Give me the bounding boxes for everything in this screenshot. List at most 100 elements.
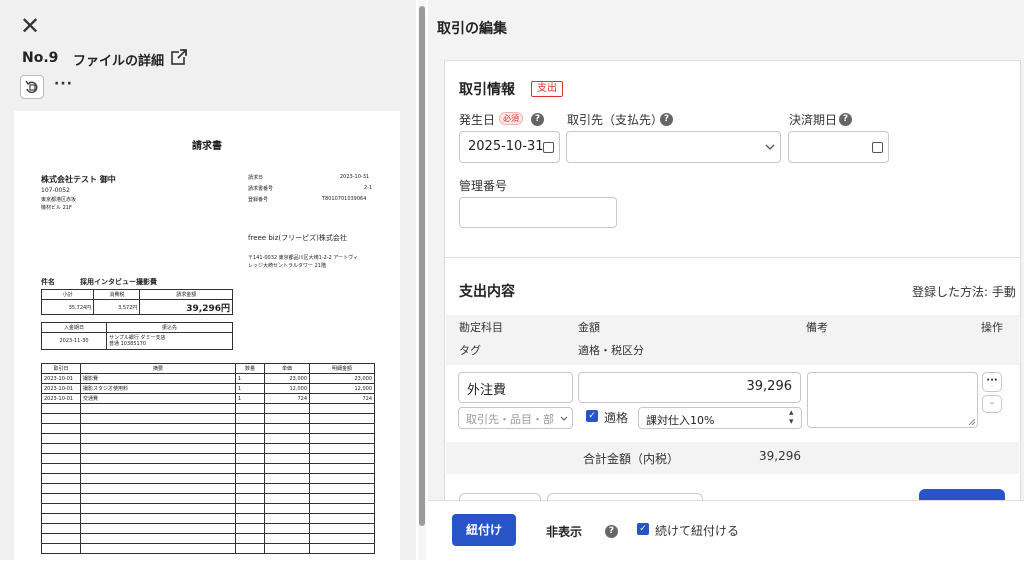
- rotate-button[interactable]: [20, 75, 44, 99]
- link-button[interactable]: 紐付け: [452, 514, 516, 546]
- line-cell: 12,000: [309, 383, 375, 394]
- external-link-icon[interactable]: [170, 48, 188, 66]
- line-cell: 1: [235, 393, 265, 404]
- file-number: No.9: [22, 50, 59, 66]
- line-cell: [235, 493, 265, 504]
- due-date-input[interactable]: [788, 131, 889, 163]
- line-cell: [309, 433, 375, 444]
- calendar-icon[interactable]: [543, 142, 554, 153]
- account-input[interactable]: 外注費: [458, 372, 573, 403]
- line-cell: [80, 413, 236, 424]
- line-cell: [235, 403, 265, 414]
- line-cell: [41, 483, 81, 494]
- line-header: 取引日: [41, 363, 81, 374]
- line-header: 明細金額: [309, 363, 375, 374]
- row-menu-button[interactable]: ···: [982, 372, 1002, 392]
- qualified-checkbox[interactable]: ✓: [586, 410, 598, 422]
- divider: [445, 257, 1020, 258]
- file-detail-title: ファイルの詳細: [73, 54, 165, 69]
- invoice-postal: 107-0052: [41, 187, 70, 194]
- line-cell: [309, 503, 375, 514]
- line-cell: [41, 443, 81, 454]
- line-cell: [264, 473, 310, 484]
- help-icon[interactable]: ?: [531, 113, 544, 126]
- line-cell: [80, 423, 236, 434]
- hide-button[interactable]: 非表示: [546, 523, 582, 540]
- invoice-subject-label: 件名: [41, 278, 55, 286]
- account-value: 外注費: [467, 383, 507, 398]
- tag-select[interactable]: 取引先・品目・部門: [458, 407, 573, 429]
- line-cell: [264, 403, 310, 414]
- partner-select[interactable]: [566, 131, 781, 163]
- line-cell: 23,000: [309, 373, 375, 384]
- line-cell: [80, 433, 236, 444]
- line-cell: [235, 413, 265, 424]
- line-cell: [235, 473, 265, 484]
- pane-title: 取引の編集: [437, 21, 507, 37]
- note-textarea[interactable]: [807, 372, 978, 428]
- transaction-edit-pane: 取引の編集 取引情報 支出 発生日 必須 ? 取引先（支払先） ? 決済期日 ?…: [428, 0, 1024, 560]
- line-cell: [264, 523, 310, 534]
- line-cell: [41, 403, 81, 414]
- line-cell: 撮影費: [80, 373, 236, 384]
- invoice-payment-table: 入金期日 振込先 2023-11-30 サンプル銀行 ダミー支店 普通 1038…: [41, 322, 233, 350]
- line-cell: [80, 483, 236, 494]
- line-cell: [80, 453, 236, 464]
- total-label: 合計金額（内税）: [583, 452, 680, 466]
- line-cell: [309, 493, 375, 504]
- line-cell: [80, 513, 236, 524]
- line-cell: [264, 423, 310, 434]
- invoice-meta-value: 2023-10-31: [340, 174, 370, 180]
- empty-line-row: [41, 433, 375, 444]
- calendar-icon[interactable]: [872, 142, 883, 153]
- table-header: [446, 315, 1019, 365]
- management-number-input[interactable]: [459, 197, 617, 228]
- transaction-card: 取引情報 支出 発生日 必須 ? 取引先（支払先） ? 決済期日 ? 2025-…: [444, 60, 1021, 504]
- line-cell: [309, 513, 375, 524]
- chevron-down-icon: [560, 416, 568, 421]
- empty-line-row: [41, 473, 375, 484]
- select-arrows-icon: ▴ ▾: [789, 408, 794, 427]
- line-cell: [80, 493, 236, 504]
- close-icon[interactable]: ✕: [20, 14, 40, 38]
- line-cell: [235, 423, 265, 434]
- tax-category-select[interactable]: 課対仕入10% ▴ ▾: [638, 407, 802, 429]
- amount-input[interactable]: 39,296: [578, 372, 801, 403]
- invoice-address-2: 機材ビル 21F: [41, 205, 72, 211]
- continue-linking-checkbox[interactable]: ✓: [637, 523, 649, 535]
- help-icon[interactable]: ?: [839, 113, 852, 126]
- empty-line-row: [41, 503, 375, 514]
- resize-handle-icon[interactable]: [969, 419, 975, 425]
- line-cell: [309, 423, 375, 434]
- line-cell: [80, 533, 236, 544]
- help-icon[interactable]: ?: [660, 113, 673, 126]
- scrollbar-thumb[interactable]: [419, 6, 425, 526]
- line-cell: 2023-10-01: [41, 373, 81, 384]
- empty-line-row: [41, 453, 375, 464]
- line-cell: [41, 543, 81, 554]
- line-cell: [309, 463, 375, 474]
- line-header: 数量: [235, 363, 265, 374]
- registration-method: 登録した方法: 手動: [912, 285, 1016, 299]
- summary-total: 39,296円: [139, 299, 233, 315]
- remove-row-button[interactable]: –: [982, 395, 1002, 413]
- date-label: 発生日: [459, 113, 496, 127]
- required-badge: 必須: [499, 112, 523, 125]
- line-header: 単価: [264, 363, 310, 374]
- line-cell: [235, 443, 265, 454]
- line-cell: 1: [235, 383, 265, 394]
- invoice-issuer-address-1: 〒141-0032 東京都品川区大崎1-2-2 アートヴィ: [248, 255, 359, 261]
- more-options-button[interactable]: ···: [54, 76, 73, 92]
- line-cell: [41, 463, 81, 474]
- line-cell: 23,000: [264, 373, 310, 384]
- help-icon[interactable]: ?: [605, 525, 618, 538]
- date-input[interactable]: 2025-10-31: [459, 131, 560, 163]
- line-cell: [309, 413, 375, 424]
- line-cell: [309, 443, 375, 454]
- summary-header: 消費税: [93, 289, 141, 300]
- action-bar: 紐付け 非表示 ? ✓ 続けて紐付ける: [428, 500, 1024, 561]
- line-header: 摘要: [80, 363, 236, 374]
- empty-line-row: [41, 483, 375, 494]
- line-cell: [235, 533, 265, 544]
- scrollbar[interactable]: [418, 0, 426, 560]
